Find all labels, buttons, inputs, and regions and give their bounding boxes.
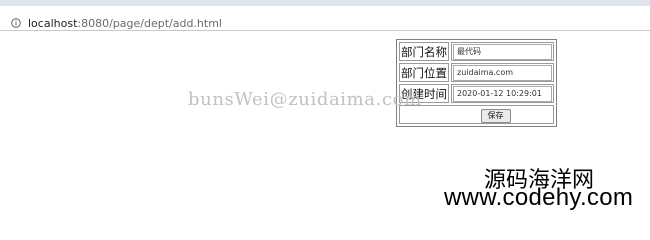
- dept-location-input[interactable]: zuidaima.com: [453, 65, 552, 81]
- form-row-location: 部门位置 zuidaima.com: [399, 63, 554, 82]
- url-text[interactable]: localhost:8080/page/dept/add.html: [28, 17, 222, 31]
- label-dept-name: 部门名称: [399, 42, 449, 61]
- label-dept-location: 部门位置: [399, 63, 449, 82]
- form-row-name: 部门名称 最代码: [399, 42, 554, 61]
- url-host: localhost: [28, 17, 78, 30]
- info-circle-icon[interactable]: [11, 18, 21, 28]
- author-watermark: bunsWei@zuidaima.com: [188, 89, 422, 110]
- address-bar[interactable]: localhost:8080/page/dept/add.html: [0, 6, 650, 31]
- dept-add-form: 部门名称 最代码 部门位置 zuidaima.com 创建时间 2020-01-…: [396, 39, 557, 127]
- url-path: :8080/page/dept/add.html: [77, 17, 222, 30]
- form-row-created: 创建时间 2020-01-12 10:29:01: [399, 84, 554, 103]
- form-row-actions: 保存: [399, 105, 554, 124]
- dept-name-input[interactable]: 最代码: [453, 44, 552, 60]
- created-time-input[interactable]: 2020-01-12 10:29:01: [453, 86, 552, 102]
- brand-url: www.codehy.com: [444, 184, 634, 211]
- save-button[interactable]: 保存: [480, 108, 511, 123]
